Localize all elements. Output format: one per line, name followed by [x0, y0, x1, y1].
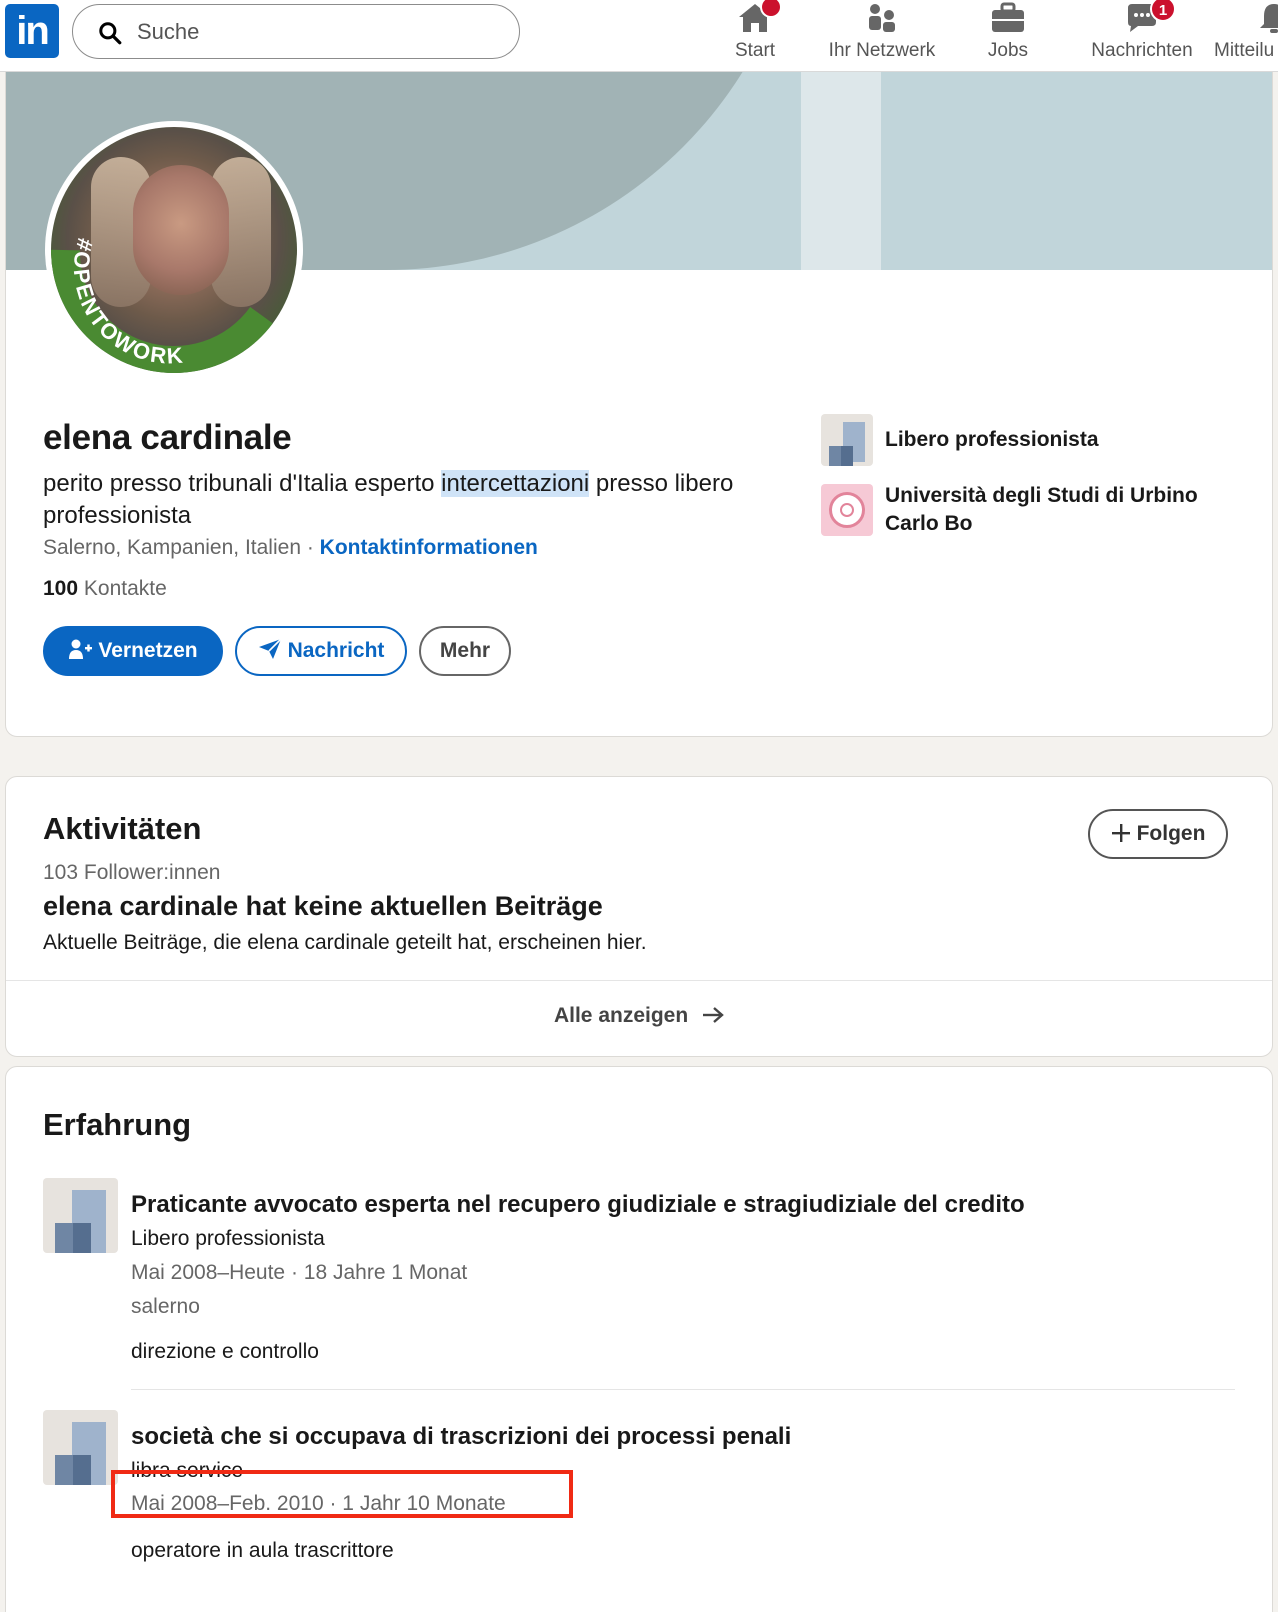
briefcase-icon	[992, 2, 1024, 32]
nav-item-network[interactable]: Ihr Netzwerk	[812, 0, 952, 70]
open-to-work-frame: #OPENTOWORK	[51, 236, 278, 373]
connect-button[interactable]: Vernetzen	[43, 626, 223, 676]
nav-label: Nachrichten	[1091, 40, 1193, 61]
top-navigation: in Start Ihr Netzwerk Jobs 1 Nachrichten…	[0, 0, 1278, 72]
more-button[interactable]: Mehr	[419, 626, 511, 676]
separator: ·	[301, 536, 320, 559]
profile-photo[interactable]: #OPENTOWORK	[45, 121, 303, 379]
experience-title[interactable]: società che si occupava di trascrizioni …	[131, 1423, 791, 1451]
search-box[interactable]	[72, 4, 520, 59]
svg-text:#OPENTOWORK: #OPENTOWORK	[69, 236, 186, 369]
university-logo	[821, 484, 873, 536]
message-button[interactable]: Nachricht	[235, 626, 407, 676]
add-person-icon	[69, 639, 93, 659]
profile-name: elena cardinale	[43, 418, 292, 457]
contact-info-link[interactable]: Kontaktinformationen	[320, 536, 538, 559]
open-to-work-text: #OPENTOWORK	[69, 236, 184, 369]
follow-label: Folgen	[1136, 822, 1206, 845]
follow-button[interactable]: Folgen	[1088, 809, 1228, 859]
headline-text: perito presso tribunali d'Italia esperto	[43, 470, 442, 497]
divider	[131, 1389, 1235, 1390]
experience-title[interactable]: Praticante avvocato esperta nel recupero…	[131, 1191, 1025, 1219]
profile-card: #OPENTOWORK elena cardinale perito press…	[5, 72, 1273, 737]
connect-label: Vernetzen	[98, 639, 198, 662]
bell-icon	[1260, 4, 1278, 33]
profile-location: Salerno, Kampanien, Italien	[43, 536, 301, 559]
company-name: Libero professionista	[885, 428, 1099, 451]
experience-description: operatore in aula trascrittore	[131, 1539, 394, 1562]
send-icon	[258, 638, 282, 659]
network-icon	[869, 4, 895, 32]
divider	[6, 980, 1272, 981]
experience-card: Erfahrung Praticante avvocato esperta ne…	[5, 1066, 1273, 1612]
connections-number: 100	[43, 577, 79, 600]
company-logo[interactable]	[43, 1410, 118, 1485]
experience-company: Libero professionista	[131, 1227, 325, 1250]
experience-dates: Mai 2008–Heute · 18 Jahre 1 Monat	[131, 1261, 468, 1284]
nav-item-start[interactable]: Start	[712, 0, 798, 70]
annotation-highlight-box	[111, 1470, 573, 1518]
nav-label: Ihr Netzwerk	[828, 40, 936, 61]
banner-shape	[801, 72, 881, 270]
notification-dot	[760, 0, 782, 18]
message-count-badge: 1	[1150, 0, 1176, 22]
company-logo[interactable]	[43, 1178, 118, 1253]
section-title: Aktivitäten	[43, 811, 202, 846]
search-input[interactable]	[137, 15, 497, 49]
arrow-right-icon	[703, 1007, 724, 1023]
highlighted-text: intercettazioni	[441, 470, 590, 497]
nav-item-notifications[interactable]: Mitteilu	[1212, 0, 1278, 70]
plus-icon	[1111, 824, 1130, 842]
section-title: Erfahrung	[43, 1107, 192, 1142]
search-icon	[99, 22, 122, 45]
nav-label: Jobs	[987, 40, 1029, 61]
show-all-label: Alle anzeigen	[553, 1004, 689, 1027]
experience-description: direzione e controllo	[131, 1340, 319, 1363]
avatar: #OPENTOWORK	[51, 127, 297, 373]
show-all-link[interactable]: Alle anzeigen	[6, 1004, 1272, 1028]
no-posts-text: Aktuelle Beiträge, die elena cardinale g…	[43, 931, 647, 954]
connections-count[interactable]: 100 Kontakte	[43, 577, 167, 601]
school-name: Università degli Studi di Urbino Carlo B…	[885, 484, 1198, 535]
nav-item-messaging[interactable]: 1 Nachrichten	[1086, 0, 1198, 70]
connections-label: Kontakte	[78, 577, 167, 600]
follower-count: 103 Follower:innen	[43, 861, 221, 884]
no-posts-title: elena cardinale hat keine aktuellen Beit…	[43, 891, 603, 921]
nav-label: Mitteilu	[1214, 40, 1275, 61]
nav-item-jobs[interactable]: Jobs	[970, 0, 1046, 70]
linkedin-logo[interactable]: in	[5, 4, 59, 58]
profile-headline: perito presso tribunali d'Italia esperto…	[43, 468, 833, 532]
company-logo	[821, 414, 873, 466]
experience-location: salerno	[131, 1295, 200, 1318]
activity-card: Aktivitäten Folgen 103 Follower:innen el…	[5, 776, 1273, 1057]
message-label: Nachricht	[287, 639, 385, 662]
nav-label: Start	[734, 40, 776, 61]
location-row: Salerno, Kampanien, Italien · Kontaktinf…	[43, 536, 538, 560]
